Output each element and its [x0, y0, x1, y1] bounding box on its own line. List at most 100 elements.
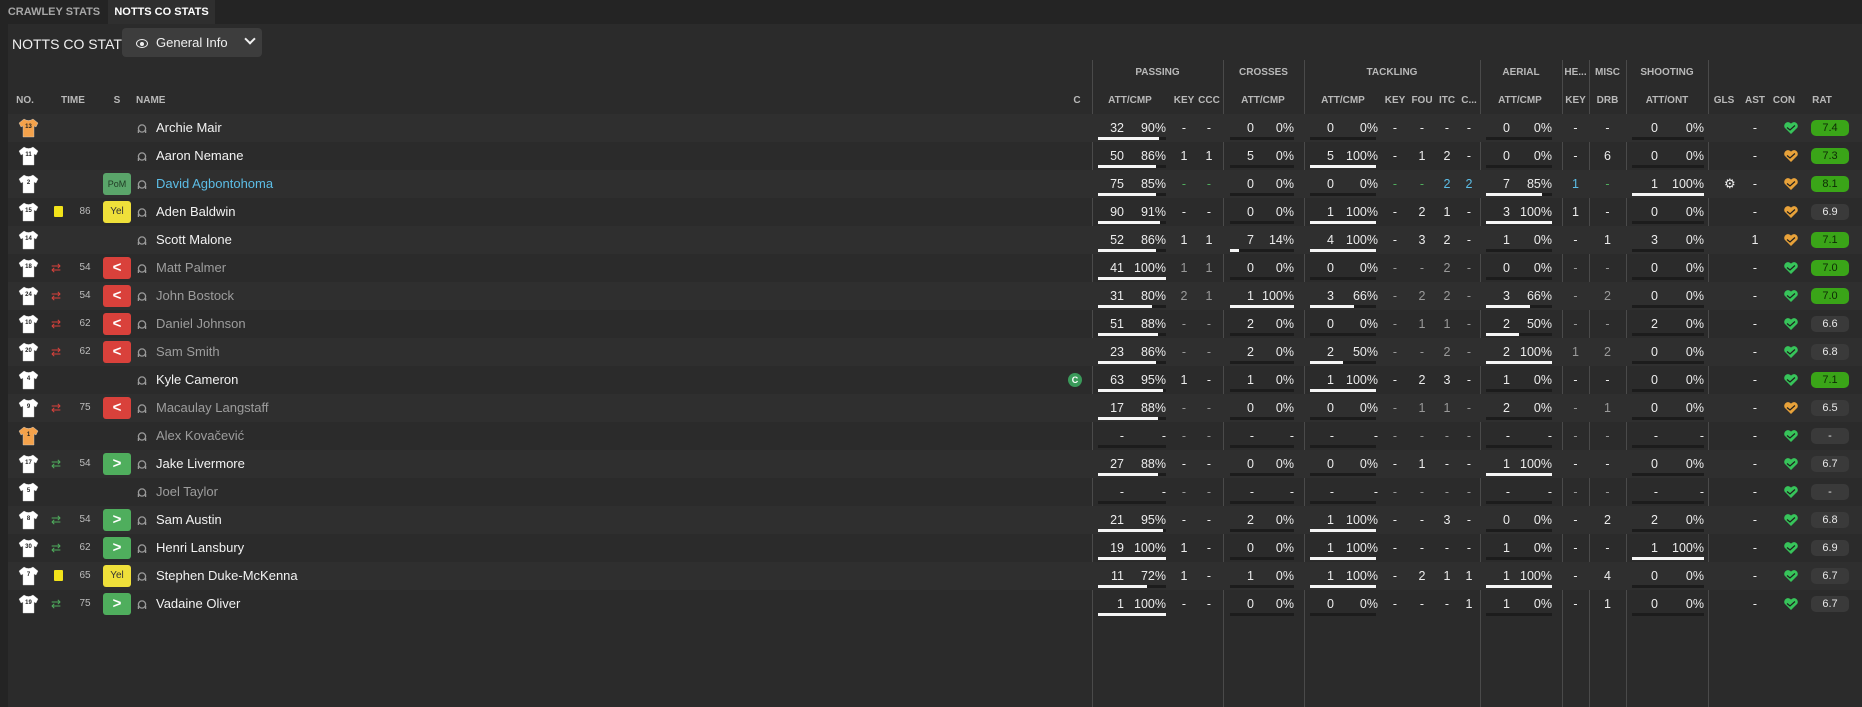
- table-row[interactable]: 14 Scott Malone 52 86% 1 1 7 14% 4 100% -3 2-1 0% -1 3…: [8, 226, 1862, 254]
- sub-off-icon: ⇄: [51, 261, 62, 275]
- col-header-ast[interactable]: AST: [1740, 95, 1770, 106]
- table-row[interactable]: 1 Alex Kovačević - - - - - - - - - - - - - - - - - - - -: [8, 422, 1862, 450]
- tab-notts-co-stats[interactable]: NOTTS CO STATS: [108, 0, 215, 24]
- pass-key: -: [1181, 485, 1187, 499]
- tackle-key: -: [1392, 177, 1398, 191]
- col-header-gls[interactable]: GLS: [1712, 95, 1736, 106]
- dribbles: 2: [1604, 345, 1611, 359]
- col-header-name[interactable]: NAME: [136, 95, 176, 106]
- col-header-shot-att-ont[interactable]: ATT/ONT: [1632, 95, 1702, 106]
- table-row[interactable]: 5 Joel Taylor - - - - - - - - - - - - - - - - - - - -: [8, 478, 1862, 506]
- condition-heart-icon: [1783, 485, 1799, 499]
- tackle-key: -: [1392, 597, 1398, 611]
- col-header-s[interactable]: S: [110, 95, 124, 106]
- table-row[interactable]: 7 65 Yel Stephen Duke-McKenna 11 72% 1-1 0% 1 100…: [8, 562, 1862, 590]
- condition-heart-icon: [1783, 597, 1799, 611]
- progress-bar-fill: [1230, 305, 1294, 308]
- player-name-link[interactable]: Aden Baldwin: [156, 198, 236, 226]
- table-row[interactable]: 15 86 Yel Aden Baldwin 90 91% - -0 0% 1 100% -2 1-3 1…: [8, 198, 1862, 226]
- table-row[interactable]: 8 ⇄ 54 > Sam Austin 21 95% - -2 0% 1 100% - -3-0 0% -2 2…: [8, 506, 1862, 534]
- player-name-link[interactable]: Scott Malone: [156, 226, 232, 254]
- player-name-link[interactable]: Joel Taylor: [156, 478, 218, 506]
- table-row[interactable]: 24 ⇄ 54 < John Bostock 31 80% 2 1 1 100% 3 66% -2 2-3 6…: [8, 282, 1862, 310]
- player-name-link[interactable]: Kyle Cameron: [156, 366, 238, 394]
- player-name-link[interactable]: Aaron Nemane: [156, 142, 243, 170]
- tackle-key: -: [1392, 401, 1398, 415]
- col-header-tack-c[interactable]: C...: [1458, 95, 1480, 106]
- col-header-no[interactable]: NO.: [12, 95, 38, 106]
- col-header-con[interactable]: CON: [1770, 95, 1798, 106]
- player-name-link[interactable]: Sam Smith: [156, 338, 220, 366]
- player-name-link[interactable]: Henri Lansbury: [156, 534, 244, 562]
- rating-badge: 6.5: [1811, 400, 1849, 416]
- player-name-link[interactable]: Daniel Johnson: [156, 310, 246, 338]
- col-header-pass-key[interactable]: KEY: [1172, 95, 1196, 106]
- col-header-c[interactable]: C: [1070, 95, 1084, 106]
- table-row[interactable]: 9 ⇄ 75 < Macaulay Langstaff 17 88% - -0 0% 0 0% -1 1-…: [8, 394, 1862, 422]
- player-name-link[interactable]: John Bostock: [156, 282, 234, 310]
- table-row[interactable]: 2 PoM David Agbontohoma 75 85% - -0 0% 0 0% - -2 2 7 8…: [8, 170, 1862, 198]
- sub-off-icon: ⇄: [51, 345, 62, 359]
- col-header-pass-att-cmp[interactable]: ATT/CMP: [1098, 95, 1162, 106]
- table-row[interactable]: 19 ⇄ 75 > Vadaine Oliver 1 100% - -0 0% 0 0% - - -1 1 0%…: [8, 590, 1862, 618]
- player-name-link[interactable]: Stephen Duke-McKenna: [156, 562, 298, 590]
- progress-bar: [1230, 613, 1294, 616]
- rating-badge: 7.0: [1811, 288, 1849, 304]
- player-name-link[interactable]: David Agbontohoma: [156, 170, 273, 198]
- substituted-off-badge: <: [103, 341, 131, 363]
- progress-bar: [1486, 585, 1552, 588]
- table-row[interactable]: 11 Aaron Nemane 50 86% 1 1 5 0% 5 100% -1 2-0 0% -6 0 0…: [8, 142, 1862, 170]
- table-row[interactable]: 20 ⇄ 62 < Sam Smith 23 86% - -2 0% 2 50% - -2-2 100% 1 2…: [8, 338, 1862, 366]
- substituted-on-badge: >: [103, 509, 131, 531]
- progress-bar: [1632, 473, 1704, 476]
- tackling-c: 1: [1465, 569, 1473, 583]
- pass-ccc: -: [1206, 177, 1212, 191]
- player-name-link[interactable]: Macaulay Langstaff: [156, 394, 269, 422]
- pass-key: -: [1181, 317, 1187, 331]
- player-name-link[interactable]: Archie Mair: [156, 114, 222, 142]
- shirt-number: 30: [25, 544, 32, 550]
- col-header-aer-key[interactable]: KEY: [1562, 95, 1589, 106]
- fouls: -: [1419, 485, 1425, 499]
- player-name-link[interactable]: Alex Kovačević: [156, 422, 244, 450]
- table-row[interactable]: 4 Kyle Cameron C 63 95% 1-1 0% 1 100% -2 3-1 0% - -0 0…: [8, 366, 1862, 394]
- dribbles: -: [1605, 177, 1610, 191]
- col-header-tack-itc[interactable]: ITC: [1436, 95, 1458, 106]
- table-row[interactable]: 17 ⇄ 54 > Jake Livermore 27 88% - -0 0% 0 0% -1- -1 10…: [8, 450, 1862, 478]
- col-header-tack-att-cmp[interactable]: ATT/CMP: [1310, 95, 1376, 106]
- progress-bar: [1486, 501, 1552, 504]
- shirt-number: 15: [25, 208, 32, 214]
- progress-bar: [1230, 305, 1294, 308]
- table-row[interactable]: 10 ⇄ 62 < Daniel Johnson 51 88% - -2 0% 0 0% -1 1-2 50…: [8, 310, 1862, 338]
- col-header-tack-fou[interactable]: FOU: [1408, 95, 1436, 106]
- view-dropdown[interactable]: General Info: [122, 28, 262, 57]
- col-header-cross-att-cmp[interactable]: ATT/CMP: [1230, 95, 1296, 106]
- progress-bar-fill: [1310, 249, 1376, 252]
- col-header-drb[interactable]: DRB: [1589, 95, 1626, 106]
- col-header-aer-att-cmp[interactable]: ATT/CMP: [1486, 95, 1554, 106]
- player-name-link[interactable]: Sam Austin: [156, 506, 222, 534]
- player-name-link[interactable]: Matt Palmer: [156, 254, 226, 282]
- table-row[interactable]: 18 ⇄ 54 < Matt Palmer 41 100% 1 1 0 0% 0 0% - -2-0 0% - -…: [8, 254, 1862, 282]
- table-row[interactable]: 30 ⇄ 62 > Henri Lansbury 19 100% 1-0 0% 1 100% - - - -…: [8, 534, 1862, 562]
- col-header-time[interactable]: TIME: [58, 95, 88, 106]
- col-header-rat[interactable]: RAT: [1802, 95, 1842, 106]
- condition-heart-icon: [1783, 345, 1799, 359]
- rating-badge: 7.3: [1811, 148, 1849, 164]
- condition-heart-icon: [1783, 233, 1799, 247]
- col-header-pass-ccc[interactable]: CCC: [1196, 95, 1222, 106]
- col-header-tack-key[interactable]: KEY: [1382, 95, 1408, 106]
- table-row[interactable]: 13 Archie Mair 32 90% - -0 0% 0 0% - - - -0 0% - -0 0% -7…: [8, 114, 1862, 142]
- tab-crawley-stats[interactable]: CRAWLEY STATS: [0, 0, 108, 24]
- person-icon: [137, 598, 147, 609]
- aerial-key: -: [1573, 121, 1578, 135]
- player-name-link[interactable]: Jake Livermore: [156, 450, 245, 478]
- fouls: 2: [1418, 373, 1426, 387]
- progress-bar: [1486, 613, 1552, 616]
- time-value: 65: [79, 570, 91, 581]
- player-name-link[interactable]: Vadaine Oliver: [156, 590, 240, 618]
- time-value: 75: [79, 402, 91, 413]
- progress-bar-fill: [1632, 193, 1704, 196]
- shirt-icon: 15: [18, 202, 39, 222]
- pass-key: -: [1181, 205, 1187, 219]
